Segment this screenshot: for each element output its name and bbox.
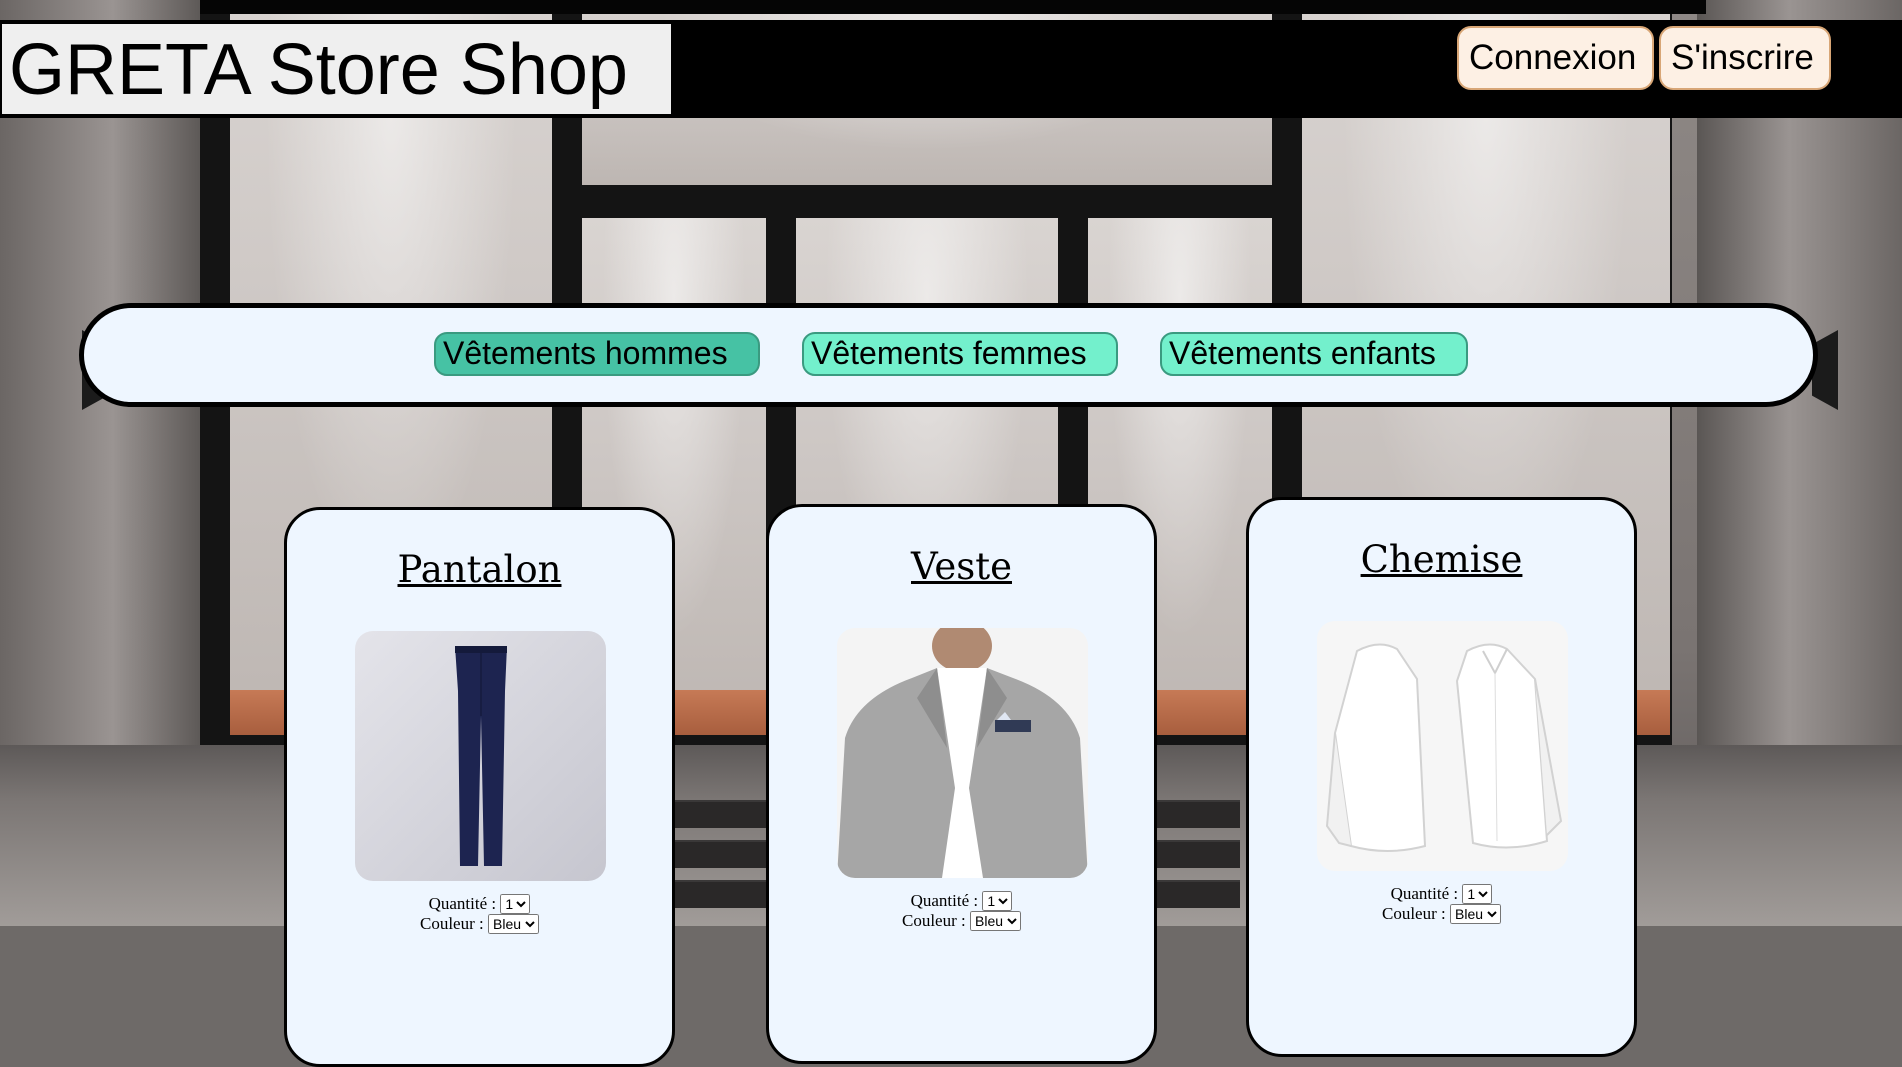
color-row: Couleur : Bleu [1249,904,1634,924]
product-card-chemise: Chemise Quantité : 1 Couleur : Bleu [1246,497,1637,1057]
product-title[interactable]: Veste [769,545,1154,588]
quantity-label: Quantité : [910,891,979,910]
color-row: Couleur : Bleu [287,914,672,934]
category-kids-button[interactable]: Vêtements enfants [1160,332,1468,376]
color-label: Couleur : [420,914,484,933]
color-select[interactable]: Bleu [1450,904,1501,924]
quantity-select[interactable]: 1 [982,891,1013,911]
product-title[interactable]: Pantalon [287,548,672,591]
quantity-select[interactable]: 1 [500,894,531,914]
quantity-select[interactable]: 1 [1462,884,1493,904]
shirt-icon [1317,621,1568,871]
header-top-line [200,0,1706,14]
product-card-veste: Veste Quantité : 1 Couleur : Bleu [766,504,1157,1064]
color-label: Couleur : [902,911,966,930]
category-women-button[interactable]: Vêtements femmes [802,332,1118,376]
jacket-icon [837,628,1088,878]
brand-panel: GRETA Store Shop [0,22,673,116]
product-title[interactable]: Chemise [1249,538,1634,581]
quantity-row: Quantité : 1 [287,894,672,914]
signup-button[interactable]: S'inscrire [1659,26,1831,90]
color-label: Couleur : [1382,904,1446,923]
site-title: GRETA Store Shop [9,30,628,110]
quantity-row: Quantité : 1 [1249,884,1634,904]
quantity-label: Quantité : [428,894,497,913]
trousers-icon [355,631,606,881]
color-select[interactable]: Bleu [488,914,539,934]
color-row: Couleur : Bleu [769,911,1154,931]
category-nav: Vêtements hommes Vêtements femmes Vêteme… [79,303,1818,407]
quantity-label: Quantité : [1390,884,1459,903]
product-card-pantalon: Pantalon Quantité : 1 Couleur : Bleu [284,507,675,1067]
quantity-row: Quantité : 1 [769,891,1154,911]
login-button[interactable]: Connexion [1457,26,1654,90]
category-men-button[interactable]: Vêtements hommes [434,332,760,376]
color-select[interactable]: Bleu [970,911,1021,931]
